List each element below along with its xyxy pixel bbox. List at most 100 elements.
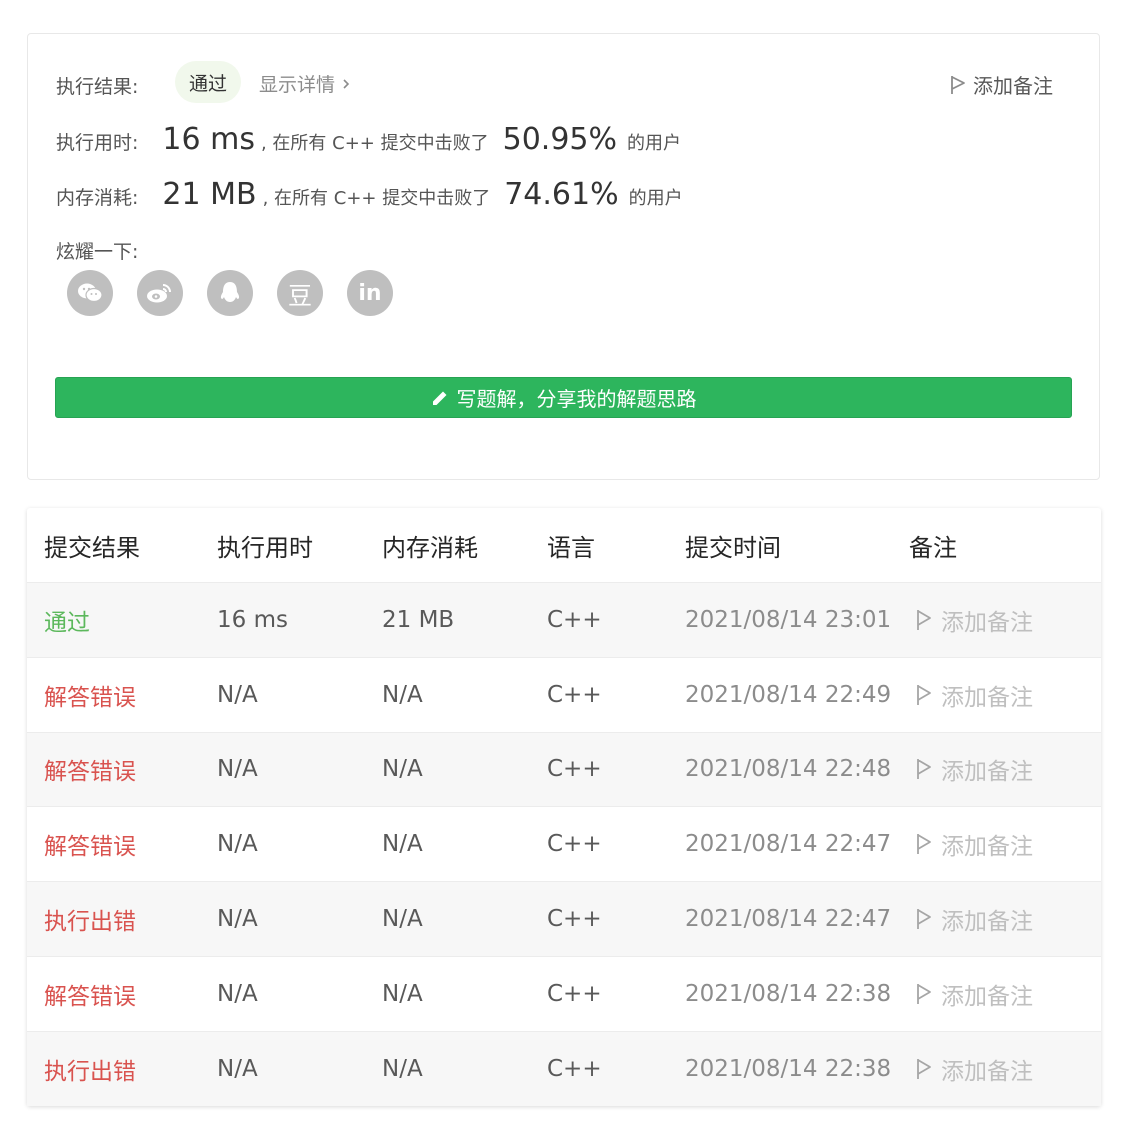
memory-cell: N/A <box>382 681 423 708</box>
add-note-label: 添加备注 <box>941 1058 1033 1085</box>
write-solution-label: 写题解，分享我的解题思路 <box>456 387 697 411</box>
memory-value: 21 MB <box>162 177 257 212</box>
flag-icon <box>917 909 931 930</box>
add-note-label: 添加备注 <box>941 759 1033 786</box>
header-result: 提交结果 <box>44 533 140 562</box>
submission-status-link[interactable]: 解答错误 <box>27 827 217 861</box>
runtime-tail: 的用户 <box>627 133 681 154</box>
flag-icon <box>917 609 931 630</box>
table-row: 解答错误 N/A N/A C++ 2021/08/14 22:38 添加备注 <box>27 955 1101 1031</box>
table-row: 执行出错 N/A N/A C++ 2021/08/14 22:47 添加备注 <box>27 881 1101 956</box>
submit-time-cell: 2021/08/14 22:47 <box>685 831 892 858</box>
add-note-cell[interactable]: 添加备注 <box>909 752 1101 786</box>
result-row: 执行结果: <box>56 72 138 99</box>
result-label: 执行结果: <box>56 76 139 98</box>
submission-status-link[interactable]: 解答错误 <box>27 752 217 786</box>
memory-cell: 21 MB <box>382 606 455 633</box>
runtime-row: 执行用时: 16 ms , 在所有 C++ 提交中击败了 50.95% 的用户 <box>56 122 681 157</box>
memory-cell: N/A <box>382 831 423 858</box>
add-note-label: 添加备注 <box>941 684 1033 711</box>
weibo-icon[interactable] <box>137 270 183 316</box>
submit-time-cell: 2021/08/14 22:47 <box>685 906 892 933</box>
runtime-cell: 16 ms <box>217 606 288 633</box>
add-note-cell[interactable]: 添加备注 <box>909 827 1101 861</box>
add-note-label: 添加备注 <box>941 609 1033 636</box>
header-memory: 内存消耗 <box>382 533 478 562</box>
memory-cell: N/A <box>382 906 423 933</box>
qq-icon[interactable] <box>207 270 253 316</box>
memory-cell: N/A <box>382 1055 423 1082</box>
language-cell: C++ <box>547 980 602 1007</box>
memory-text: , 在所有 C++ 提交中击败了 <box>262 188 491 209</box>
memory-cell: N/A <box>382 756 423 783</box>
add-note-cell[interactable]: 添加备注 <box>909 603 1101 637</box>
header-runtime: 执行用时 <box>217 533 313 562</box>
add-note-label: 添加备注 <box>941 983 1033 1010</box>
add-note-button[interactable]: 添加备注 <box>949 70 1053 99</box>
table-row: 解答错误 N/A N/A C++ 2021/08/14 22:49 添加备注 <box>27 656 1101 732</box>
linkedin-glyph: in <box>358 280 382 306</box>
memory-tail: 的用户 <box>628 188 683 209</box>
memory-cell: N/A <box>382 980 423 1007</box>
table-row: 执行出错 N/A N/A C++ 2021/08/14 22:38 添加备注 <box>27 1030 1101 1106</box>
result-card: 执行结果: 通过 显示详情 添加备注 执行用时: 16 ms , 在所有 C++… <box>27 33 1100 480</box>
table-row: 解答错误 N/A N/A C++ 2021/08/14 22:48 添加备注 <box>27 731 1101 807</box>
language-cell: C++ <box>547 906 602 933</box>
show-details-label: 显示详情 <box>259 74 336 96</box>
add-note-cell[interactable]: 添加备注 <box>909 678 1101 712</box>
submit-time-cell: 2021/08/14 23:01 <box>685 606 892 633</box>
header-language: 语言 <box>547 533 595 562</box>
flag-icon <box>917 1058 931 1079</box>
add-note-cell[interactable]: 添加备注 <box>909 977 1101 1011</box>
submission-status-link[interactable]: 执行出错 <box>27 902 217 936</box>
flag-icon <box>951 75 965 94</box>
flag-icon <box>917 684 931 705</box>
runtime-percent: 50.95% <box>502 122 617 157</box>
add-note-label: 添加备注 <box>973 74 1053 98</box>
language-cell: C++ <box>547 681 602 708</box>
share-label: 炫耀一下: <box>56 241 139 263</box>
runtime-value: 16 ms <box>162 122 255 157</box>
memory-label: 内存消耗: <box>56 187 139 209</box>
chevron-right-icon <box>343 78 350 89</box>
flag-icon <box>917 834 931 855</box>
submission-status-link[interactable]: 执行出错 <box>27 1052 217 1086</box>
add-note-label: 添加备注 <box>941 909 1033 936</box>
submission-status-link[interactable]: 解答错误 <box>27 678 217 712</box>
memory-percent: 74.61% <box>504 177 619 212</box>
status-badge: 通过 <box>175 61 242 103</box>
submit-time-cell: 2021/08/14 22:49 <box>685 681 892 708</box>
submit-time-cell: 2021/08/14 22:38 <box>685 1055 892 1082</box>
douban-icon[interactable]: 豆 <box>277 270 323 316</box>
runtime-cell: N/A <box>217 906 258 933</box>
add-note-label: 添加备注 <box>941 834 1033 861</box>
write-solution-button[interactable]: 写题解，分享我的解题思路 <box>55 377 1072 418</box>
table-row: 解答错误 N/A N/A C++ 2021/08/14 22:47 添加备注 <box>27 806 1101 881</box>
show-details-link[interactable]: 显示详情 <box>259 70 353 97</box>
add-note-cell[interactable]: 添加备注 <box>909 1052 1101 1086</box>
submit-time-cell: 2021/08/14 22:38 <box>685 980 892 1007</box>
runtime-cell: N/A <box>217 681 258 708</box>
runtime-cell: N/A <box>217 756 258 783</box>
wechat-icon[interactable] <box>67 270 113 316</box>
memory-row: 内存消耗: 21 MB , 在所有 C++ 提交中击败了 74.61% 的用户 <box>56 177 683 212</box>
runtime-label: 执行用时: <box>56 132 139 154</box>
linkedin-icon[interactable]: in <box>347 270 393 316</box>
header-note: 备注 <box>909 533 957 562</box>
runtime-cell: N/A <box>217 831 258 858</box>
submit-time-cell: 2021/08/14 22:48 <box>685 756 892 783</box>
runtime-text: , 在所有 C++ 提交中击败了 <box>260 133 489 154</box>
table-row: 通过 16 ms 21 MB C++ 2021/08/14 23:01 添加备注 <box>27 582 1101 657</box>
language-cell: C++ <box>547 1055 602 1082</box>
flag-icon <box>917 983 931 1004</box>
runtime-cell: N/A <box>217 980 258 1007</box>
submission-status-link[interactable]: 通过 <box>27 603 217 637</box>
submissions-table: 提交结果 执行用时 内存消耗 语言 提交时间 备注 通过 16 ms 21 MB C+… <box>27 508 1101 1106</box>
pencil-icon <box>432 391 446 405</box>
add-note-cell[interactable]: 添加备注 <box>909 902 1101 936</box>
share-row: 炫耀一下: <box>56 237 138 264</box>
douban-glyph: 豆 <box>288 281 312 310</box>
submission-status-link[interactable]: 解答错误 <box>27 977 217 1011</box>
share-icons: 豆 in <box>67 270 393 316</box>
table-header: 提交结果 执行用时 内存消耗 语言 提交时间 备注 <box>27 508 1101 582</box>
